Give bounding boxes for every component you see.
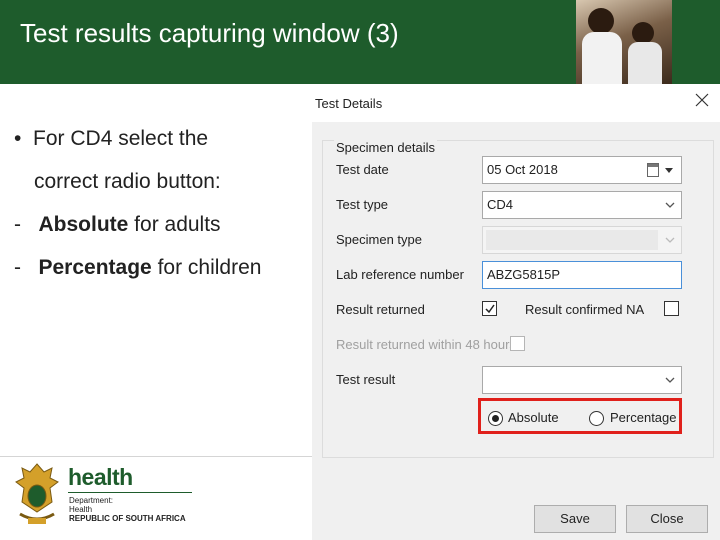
lab-ref-input[interactable]: ABZG5815P — [482, 261, 682, 289]
chevron-down-icon — [665, 237, 675, 243]
test-type-value: CD4 — [487, 197, 514, 212]
bullet-absolute: - Absolute for adults — [14, 213, 221, 236]
returned-48h-label: Result returned within 48 hours — [336, 337, 516, 352]
test-date-picker[interactable]: 05 Oct 2018 — [482, 156, 682, 184]
chevron-down-icon — [665, 377, 675, 383]
bullet-absolute-bold: Absolute — [38, 213, 129, 236]
result-returned-label: Result returned — [336, 302, 425, 317]
result-returned-checkbox[interactable] — [482, 301, 497, 316]
bullet-cd4-continued: correct radio button: — [34, 170, 221, 193]
save-button[interactable]: Save — [534, 505, 616, 533]
bullet-percentage-bold: Percentage — [38, 256, 152, 279]
dialog-body: Specimen details Test date 05 Oct 2018 T… — [312, 122, 720, 540]
bullet-absolute-rest: for adults — [128, 213, 221, 236]
logo-line-2: Health — [69, 505, 93, 514]
test-result-label: Test result — [336, 372, 396, 387]
test-result-select[interactable] — [482, 366, 682, 394]
header-photo — [576, 0, 672, 84]
coat-of-arms-icon — [15, 463, 59, 524]
group-label: Specimen details — [334, 140, 437, 155]
specimen-type-label: Specimen type — [336, 232, 422, 247]
test-type-label: Test type — [336, 197, 389, 212]
close-button[interactable]: Close — [626, 505, 708, 533]
bullet-percentage: - Percentage for children — [14, 256, 262, 279]
dialog-title: Test Details — [315, 96, 383, 111]
test-date-value: 05 Oct 2018 — [487, 162, 558, 177]
specimen-type-select[interactable] — [482, 226, 682, 254]
lab-ref-label: Lab reference number — [336, 267, 464, 282]
absolute-radio[interactable] — [488, 411, 503, 426]
logo-line-1: Department: — [69, 496, 114, 505]
slide-title: Test results capturing window (3) — [20, 18, 399, 48]
logo-underline — [68, 492, 192, 493]
logo-wordmark: health — [68, 464, 133, 490]
bullet-cd4-text: For CD4 select the — [33, 127, 209, 150]
percentage-radio-label[interactable]: Percentage — [610, 410, 677, 425]
bullet-percentage-rest: for children — [151, 256, 262, 279]
bullet-cd4: • For CD4 select the — [14, 127, 209, 150]
test-details-dialog: Test Details Specimen details Test date … — [312, 84, 720, 540]
returned-48h-checkbox[interactable] — [510, 336, 525, 351]
result-unit-radio-group: Absolute Percentage — [478, 398, 682, 434]
chevron-down-icon — [665, 202, 675, 208]
caret-down-icon[interactable] — [665, 168, 673, 173]
percentage-radio[interactable] — [589, 411, 604, 426]
specimen-type-value — [486, 230, 658, 250]
absolute-radio-label[interactable]: Absolute — [508, 410, 559, 425]
result-confirmed-na-label: Result confirmed NA — [525, 302, 645, 317]
test-date-label: Test date — [336, 162, 389, 177]
calendar-icon[interactable] — [647, 163, 659, 177]
logo-line-3: REPUBLIC OF SOUTH AFRICA — [69, 514, 186, 523]
close-icon[interactable] — [694, 92, 710, 108]
test-type-select[interactable]: CD4 — [482, 191, 682, 219]
checkmark-icon — [485, 304, 495, 314]
result-confirmed-na-checkbox[interactable] — [664, 301, 679, 316]
logo-divider — [0, 456, 312, 457]
header-banner: Test results capturing window (3) — [0, 0, 720, 84]
